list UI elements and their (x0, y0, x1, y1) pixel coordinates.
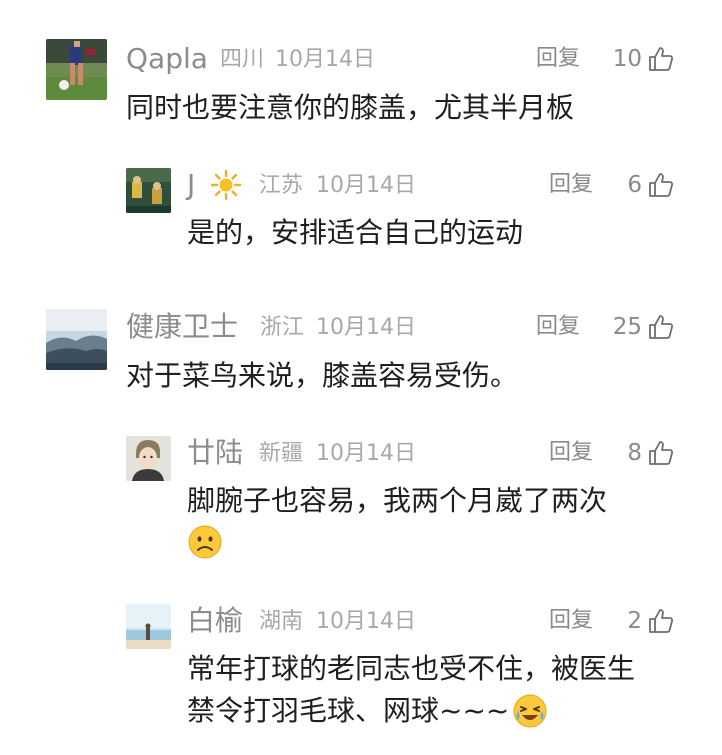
comment-region: 浙江 (260, 315, 305, 340)
comment-text-line-1: 常年打球的老同志也受不住，被医生 (187, 652, 636, 685)
thumbs-up-icon[interactable] (648, 608, 674, 634)
sun-icon (210, 169, 242, 201)
avatar-j[interactable] (126, 168, 171, 213)
laughing-crying-emoji (513, 694, 547, 728)
comment-date: 10月14日 (316, 315, 416, 340)
comment-text-line-2: 禁令打羽毛球、网球~~~ (187, 694, 510, 727)
like-count: 6 (627, 172, 642, 198)
reply-button[interactable]: 回复 (549, 607, 593, 635)
comment-region: 四川 (220, 47, 265, 72)
commenter-name[interactable]: Qapla (126, 42, 208, 76)
like-count: 25 (612, 314, 642, 340)
reply-button[interactable]: 回复 (536, 45, 580, 73)
comment-text: 是的，安排适合自己的运动 (187, 216, 524, 249)
comment-text: 对于菜鸟来说，膝盖容易受伤。 (126, 359, 519, 392)
thumbs-up-icon[interactable] (648, 314, 674, 340)
commenter-name[interactable]: 白榆 (187, 604, 243, 638)
comment-text: 脚腕子也容易，我两个月崴了两次 (187, 484, 608, 517)
thumbs-up-icon[interactable] (648, 46, 674, 72)
comment-date: 10月14日 (316, 609, 416, 634)
like-count: 2 (627, 608, 642, 634)
commenter-name[interactable]: J (187, 168, 195, 202)
sad-face-emoji (188, 525, 222, 559)
reply-button[interactable]: 回复 (549, 171, 593, 199)
comment-date: 10月14日 (275, 47, 375, 72)
avatar-baiyu[interactable] (126, 604, 171, 649)
avatar-qapla[interactable] (46, 39, 107, 100)
like-count: 10 (612, 46, 642, 72)
thumbs-up-icon[interactable] (648, 172, 674, 198)
reply-button[interactable]: 回复 (536, 313, 580, 341)
comment-region: 江苏 (259, 173, 304, 198)
like-count: 8 (627, 440, 642, 466)
comment-text: 同时也要注意你的膝盖，尤其半月板 (126, 91, 575, 124)
reply-button[interactable]: 回复 (549, 439, 593, 467)
comment-date: 10月14日 (316, 173, 416, 198)
commenter-name[interactable]: 廿陆 (187, 436, 243, 470)
avatar-health-guard[interactable] (46, 309, 107, 370)
thumbs-up-icon[interactable] (648, 440, 674, 466)
comment-region: 湖南 (259, 609, 304, 634)
comment-date: 10月14日 (316, 441, 416, 466)
comment-region: 新疆 (259, 441, 304, 466)
commenter-name[interactable]: 健康卫士 (126, 310, 238, 344)
avatar-nianlu[interactable] (126, 436, 171, 481)
